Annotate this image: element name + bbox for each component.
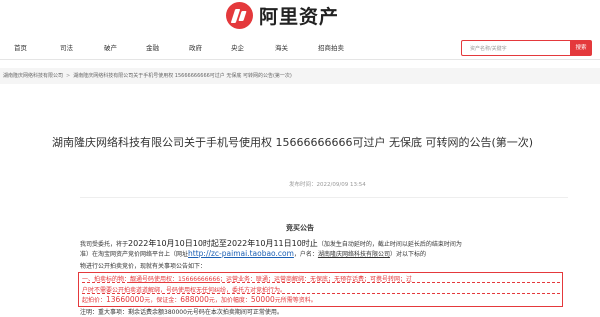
notice-heading: 竞买公告 xyxy=(286,224,314,232)
platform-link[interactable]: http://zc-paimai.taobao.com xyxy=(188,249,294,258)
content-divider xyxy=(80,197,568,198)
search-button[interactable]: 搜索 xyxy=(570,40,592,56)
notice-text: 元，保证金： xyxy=(144,297,181,304)
notice-text: 准）在淘宝网资产竞价网络平台上（网址 xyxy=(80,251,189,258)
notice-text: 我司受委托，将于 xyxy=(80,241,129,248)
nav-item-investment[interactable]: 招商拍卖 xyxy=(318,42,344,52)
notice-text: 元所需等资料。 xyxy=(274,297,317,304)
breadcrumb-item-current: 湖南隆庆网络科技有限公司关于手机号使用权 15666666666可过户 无保底 … xyxy=(73,73,292,79)
notice-text: ，户名： xyxy=(293,251,318,258)
logo-text: 阿里资产 xyxy=(259,6,340,28)
notice-paragraph-1: 我司受委托，将于2022年10月10日10时起至2022年10月11日10时止（… xyxy=(80,238,562,249)
auction-price-line: 起拍价：13660000元，保证金：688000元，加价幅度：50000元所需等… xyxy=(82,295,560,304)
publish-time: 发布时间：2022/09/09 13:54 xyxy=(289,182,366,188)
search-input[interactable]: 资产名称/关键字 xyxy=(461,40,571,56)
nav-item-judicial[interactable]: 司法 xyxy=(60,42,73,52)
notice-paragraph-2: 准）在淘宝网资产竞价网络平台上（网址http://zc-paimai.taoba… xyxy=(80,249,562,258)
notice-paragraph-3: 物进行公开拍卖竞价，现就有关事项公告如下： xyxy=(80,263,207,270)
header: 阿里资产 xyxy=(0,0,600,34)
nav-item-government[interactable]: 政府 xyxy=(189,42,202,52)
nav-item-finance[interactable]: 金融 xyxy=(146,42,159,52)
site-logo[interactable]: 阿里资产 xyxy=(226,2,339,29)
deposit-amount: 688000 xyxy=(180,295,209,304)
breadcrumb: 湖南隆庆网络科技有限公司 > 湖南隆庆网络科技有限公司关于手机号使用权 156666… xyxy=(0,68,600,84)
nav-item-home[interactable]: 首页 xyxy=(14,42,27,52)
nav-item-soe[interactable]: 央企 xyxy=(231,42,244,52)
dashed-divider xyxy=(82,282,560,283)
starting-price: 13660000 xyxy=(106,295,145,304)
notice-text: 注明： xyxy=(80,309,99,316)
bid-increment: 50000 xyxy=(250,295,275,304)
nav-item-customs[interactable]: 海关 xyxy=(275,42,288,52)
notice-text: 元，加价幅度： xyxy=(208,297,251,304)
nav-item-bankruptcy[interactable]: 破产 xyxy=(104,42,117,52)
notice-text: 起拍价： xyxy=(82,297,107,304)
notice-paragraph-4: 注明：重大事项：剩余话费余额380000元号码在本次拍卖期间可正常使用。 xyxy=(80,307,562,316)
logo-mark-icon xyxy=(226,2,253,29)
account-name: 湖南隆庆网络科技有限公司 xyxy=(317,251,390,258)
breadcrumb-separator: > xyxy=(66,73,71,79)
dashed-divider xyxy=(82,293,560,294)
notice-text: 重大事项：剩余话费余额380000元号码在本次拍卖期间可正常使用。 xyxy=(98,309,283,316)
article-title: 湖南隆庆网络科技有限公司关于手机号使用权 15666666666可过户 无保底 … xyxy=(52,136,534,149)
auction-period: 2022年10月10日10时起至2022年10月11日10时止 xyxy=(128,239,318,248)
notice-text: （加发生自动延时的，截止时间以延长后的结束时间为 xyxy=(317,241,462,248)
breadcrumb-item-company[interactable]: 湖南隆庆网络科技有限公司 xyxy=(3,73,63,79)
notice-text: ）对以下标的 xyxy=(389,251,426,258)
